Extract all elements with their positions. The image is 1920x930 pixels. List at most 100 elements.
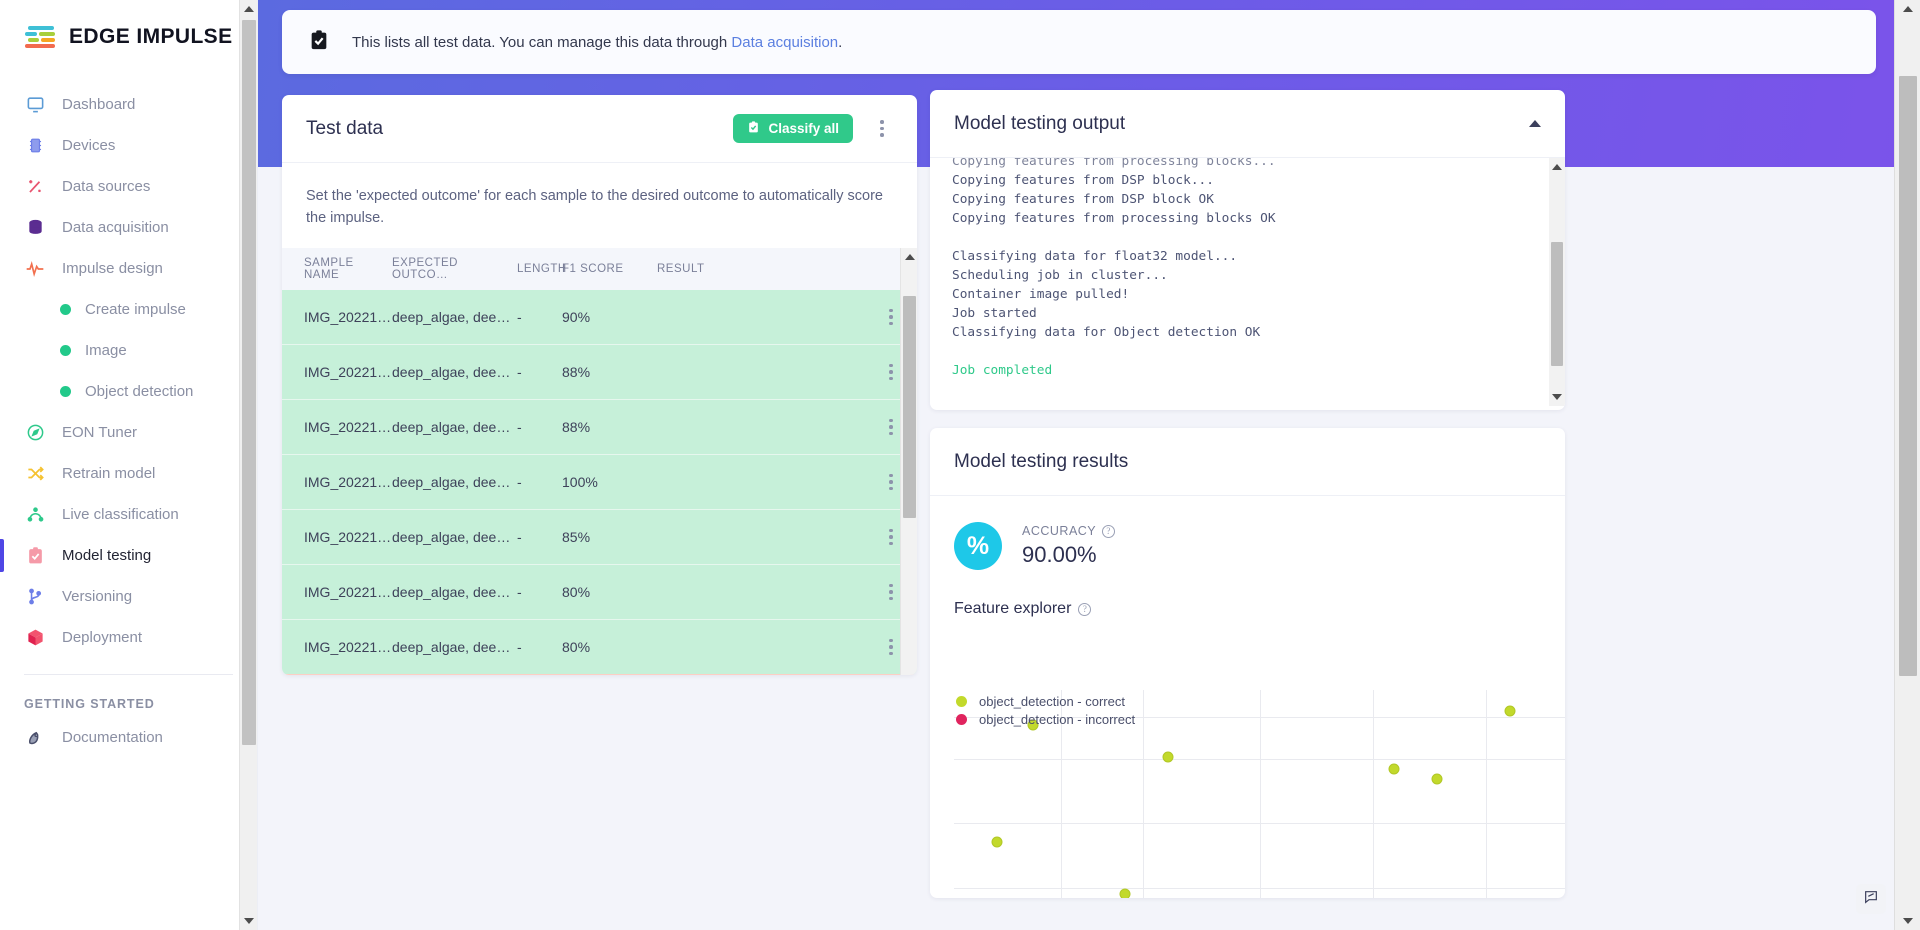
shuffle-icon <box>24 463 46 485</box>
cell-f1-score: 90% <box>562 290 657 345</box>
legend-item[interactable]: object_detection - correct <box>956 692 1135 710</box>
column-header-length[interactable]: LENGTH <box>517 248 562 290</box>
sidebar-item-label: EON Tuner <box>62 424 137 441</box>
cell-expected-outcome: deep_algae, dee… <box>392 454 517 509</box>
help-circle-icon[interactable]: ? <box>1078 603 1091 616</box>
sidebar-item-label: Deployment <box>62 629 142 646</box>
page-scroll-up-arrow[interactable] <box>1895 0 1920 18</box>
legend-label: object_detection - incorrect <box>979 712 1135 727</box>
feature-explorer-title-row: Feature explorer ? <box>930 570 1565 618</box>
console-scrollbar[interactable] <box>1549 158 1565 406</box>
table-row[interactable]: IMG_202212…deep_algae, dee…-100% <box>282 454 917 509</box>
table-header-row: SAMPLE NAME EXPECTED OUTCO… LENGTH F1 SC… <box>282 248 917 290</box>
kebab-menu-icon[interactable] <box>880 524 902 550</box>
table-row[interactable]: IMG_202212…deep_algae, dee…-0% <box>282 674 917 675</box>
model-testing-output-title: Model testing output <box>954 113 1125 135</box>
scatter-point[interactable] <box>1388 764 1399 775</box>
help-circle-icon[interactable]: ? <box>1102 525 1115 538</box>
console-line: Job started <box>952 304 1565 323</box>
column-header-result[interactable]: RESULT <box>657 248 865 290</box>
brand-logo-area[interactable]: EDGE IMPULSE <box>0 0 257 50</box>
rocket-icon <box>24 727 46 749</box>
model-testing-output-header: Model testing output <box>930 90 1565 158</box>
column-header-f1-score[interactable]: F1 SCORE <box>562 248 657 290</box>
page-scrollbar[interactable] <box>1894 0 1920 930</box>
kebab-menu-icon[interactable] <box>871 116 893 142</box>
table-scrollbar-thumb[interactable] <box>903 296 916 518</box>
sidebar-item-image[interactable]: Image <box>0 330 257 371</box>
sidebar-item-devices[interactable]: Devices <box>0 125 257 166</box>
kebab-menu-icon[interactable] <box>880 469 902 495</box>
page-scrollbar-thumb[interactable] <box>1899 76 1917 676</box>
sidebar-item-versioning[interactable]: Versioning <box>0 576 257 617</box>
table-row[interactable]: IMG_202212…deep_algae, dee…-80% <box>282 619 917 674</box>
sidebar-item-impulse-design[interactable]: Impulse design <box>0 248 257 289</box>
cell-f1-score: 100% <box>562 454 657 509</box>
legend-item[interactable]: object_detection - incorrect <box>956 710 1135 728</box>
sidebar-item-label: Retrain model <box>62 465 155 482</box>
table-row[interactable]: IMG_202212…deep_algae, dee…-90% <box>282 290 917 345</box>
sidebar-item-eon-tuner[interactable]: EON Tuner <box>0 412 257 453</box>
chip-icon <box>24 135 46 157</box>
console-output[interactable]: Copying features from processing blocks.… <box>930 158 1565 406</box>
sidebar-item-live-classification[interactable]: Live classification <box>0 494 257 535</box>
scatter-point[interactable] <box>1162 751 1173 762</box>
scrollbar-thumb[interactable] <box>242 20 256 745</box>
cell-result <box>657 509 865 564</box>
table-row[interactable]: IMG_202212…deep_algae, dee…-85% <box>282 509 917 564</box>
sidebar-item-create-impulse[interactable]: Create impulse <box>0 289 257 330</box>
gridline-horizontal <box>954 759 1565 760</box>
cell-expected-outcome: deep_algae, dee… <box>392 399 517 454</box>
table-row[interactable]: IMG_202212…deep_algae, dee…-88% <box>282 344 917 399</box>
console-scroll-up-arrow[interactable] <box>1549 158 1565 176</box>
sidebar-item-deployment[interactable]: Deployment <box>0 617 257 658</box>
page-scroll-down-arrow[interactable] <box>1895 912 1920 930</box>
cell-sample-name: IMG_202212… <box>282 399 392 454</box>
sidebar-item-label: Versioning <box>62 588 132 605</box>
column-header-sample-name[interactable]: SAMPLE NAME <box>282 248 392 290</box>
model-testing-output-card: Model testing output Copying features fr… <box>930 90 1565 410</box>
console-scroll-down-arrow[interactable] <box>1549 388 1565 406</box>
classify-all-button[interactable]: Classify all <box>733 114 853 143</box>
table-row[interactable]: IMG_202212…deep_algae, dee…-80% <box>282 564 917 619</box>
scatter-point[interactable] <box>1431 774 1442 785</box>
scatter-point[interactable] <box>1505 705 1516 716</box>
feedback-widget[interactable] <box>1856 884 1886 914</box>
feature-explorer-plot[interactable]: object_detection - correct object_detecti… <box>954 690 1565 898</box>
sidebar-item-retrain-model[interactable]: Retrain model <box>0 453 257 494</box>
cell-result <box>657 674 865 675</box>
clipboard-check-icon <box>308 28 330 57</box>
data-acquisition-link[interactable]: Data acquisition <box>731 34 838 51</box>
cell-f1-score: 80% <box>562 619 657 674</box>
cell-result <box>657 290 865 345</box>
sidebar-item-data-sources[interactable]: Data sources <box>0 166 257 207</box>
kebab-menu-icon[interactable] <box>880 414 902 440</box>
table-scroll-up-arrow[interactable] <box>901 248 917 266</box>
sidebar-item-model-testing[interactable]: Model testing <box>0 535 257 576</box>
sidebar-item-label: Image <box>85 342 127 359</box>
scatter-point[interactable] <box>991 836 1002 847</box>
column-header-expected-outcome[interactable]: EXPECTED OUTCO… <box>392 248 517 290</box>
console-lines: Copying features from processing blocks.… <box>952 158 1565 399</box>
kebab-menu-icon[interactable] <box>880 579 902 605</box>
cell-expected-outcome: deep_algae, dee… <box>392 290 517 345</box>
chevron-up-icon[interactable] <box>1529 120 1541 127</box>
sidebar-item-dashboard[interactable]: Dashboard <box>0 84 257 125</box>
banner-text-after: . <box>838 34 842 51</box>
console-scrollbar-thumb[interactable] <box>1551 242 1563 366</box>
cell-sample-name: IMG_202212… <box>282 564 392 619</box>
scroll-up-arrow[interactable] <box>240 0 258 18</box>
kebab-menu-icon[interactable] <box>880 359 902 385</box>
scroll-down-arrow[interactable] <box>240 912 258 930</box>
scatter-point[interactable] <box>1120 888 1131 898</box>
table-row[interactable]: IMG_202212…deep_algae, dee…-88% <box>282 399 917 454</box>
sidebar-scrollbar[interactable] <box>239 0 257 930</box>
test-data-description: Set the 'expected outcome' for each samp… <box>282 163 917 248</box>
table-scrollbar[interactable] <box>900 248 917 675</box>
test-data-card-header: Test data Classify all <box>282 95 917 163</box>
kebab-menu-icon[interactable] <box>880 634 902 660</box>
sidebar-item-object-detection[interactable]: Object detection <box>0 371 257 412</box>
sidebar-item-documentation[interactable]: Documentation <box>0 717 257 758</box>
sidebar-item-data-acquisition[interactable]: Data acquisition <box>0 207 257 248</box>
kebab-menu-icon[interactable] <box>880 304 902 330</box>
